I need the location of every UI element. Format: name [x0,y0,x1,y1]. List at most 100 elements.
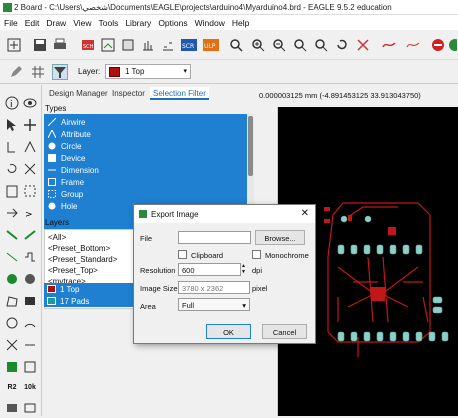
type-airwire[interactable]: Airwire [44,116,244,128]
ok-button[interactable]: OK [206,324,251,339]
zoom-previous-icon[interactable] [313,37,329,53]
type-group[interactable]: Group [44,188,244,200]
menu-draw[interactable]: Draw [42,15,69,28]
change-icon[interactable] [4,205,20,221]
layer-preset-top[interactable]: <Preset_Top> [48,266,98,275]
library-icon[interactable] [120,37,136,53]
ulp-label: ULP [204,43,216,50]
route-icon[interactable] [381,37,397,53]
copy-icon[interactable] [4,139,20,155]
arc-icon[interactable] [22,315,38,331]
route-tool-icon[interactable] [4,227,20,243]
board-icon[interactable] [100,37,116,53]
file-input[interactable] [178,231,251,244]
scrollbar-thumb[interactable] [248,116,253,176]
mark-icon[interactable] [22,399,38,415]
replace-icon[interactable] [22,359,38,375]
browse-button[interactable]: Browse... [255,230,305,245]
select-icon[interactable] [4,117,20,133]
rectangle-icon[interactable] [22,293,38,309]
hole-icon[interactable] [22,271,38,287]
menu-options[interactable]: Options [154,15,190,28]
menu-file[interactable]: File [0,15,21,28]
menu-library[interactable]: Library [121,15,154,28]
save-icon[interactable] [32,37,48,53]
close-icon[interactable]: ✕ [301,208,309,219]
type-frame[interactable]: Frame [44,176,244,188]
cancel-button[interactable]: Cancel [262,324,307,339]
polygon-icon[interactable] [4,293,20,309]
layout-icon[interactable] [140,37,156,53]
name-tool-icon[interactable]: R2 [4,379,20,395]
cam-processor-icon[interactable] [160,37,176,53]
menu-window[interactable]: Window [191,15,228,28]
mirror-icon[interactable] [22,139,38,155]
layer-all[interactable]: <All> [48,233,66,242]
layer-select[interactable]: 1 Top ▾ [105,64,191,79]
resolution-spinbox[interactable]: 600 [178,263,241,276]
area-select[interactable]: Full ▾ [178,298,250,311]
ulp-button[interactable]: ULP [203,37,219,53]
wire-icon[interactable] [22,227,38,243]
tab-selection-filter[interactable]: Selection Filter [150,87,209,100]
type-label: Device [61,154,86,163]
rotate-icon[interactable] [4,161,20,177]
stop-icon[interactable] [430,37,446,53]
text-icon[interactable] [4,337,20,353]
paste-icon[interactable] [4,183,20,199]
show-icon[interactable] [22,95,38,111]
zoom-fit-icon[interactable] [228,37,244,53]
layer-preset-standard[interactable]: <Preset_Standard> [48,255,117,264]
value-tool-icon[interactable]: 10k [22,379,38,395]
info-icon[interactable]: i [4,95,20,111]
menu-edit[interactable]: Edit [21,15,43,28]
title-bar: 2 Board - C:\Users\شخصي\Documents\EAGLE\… [0,0,458,15]
tab-design-manager[interactable]: Design Manager [46,87,111,100]
grid-icon[interactable] [30,64,46,80]
redraw-icon[interactable] [334,37,350,53]
filter-icon[interactable] [52,64,68,80]
attribute-icon[interactable] [4,399,20,415]
type-dimension[interactable]: Dimension [44,164,244,176]
types-scrollbar[interactable] [247,114,254,212]
smash-icon[interactable]: > [22,205,38,221]
clipboard-checkbox[interactable] [178,250,187,259]
pencil-icon[interactable] [8,64,24,80]
type-attribute[interactable]: Attribute [44,128,244,140]
via-icon[interactable] [4,271,20,287]
delete-icon[interactable] [22,161,38,177]
menu-view[interactable]: View [69,15,94,28]
tab-inspector[interactable]: Inspector [109,87,148,100]
group-icon[interactable] [22,183,38,199]
type-circle[interactable]: Circle [44,140,244,152]
print-icon[interactable] [52,37,68,53]
monochrome-checkbox[interactable] [252,250,261,259]
grid-move-icon[interactable] [6,37,22,53]
ripup-icon[interactable] [405,37,421,53]
dimension-icon[interactable] [22,337,38,353]
go-icon[interactable] [447,37,457,53]
parameter-toolbar: Layer: 1 Top ▾ [0,60,458,84]
move-icon[interactable] [22,117,38,133]
type-label: Frame [61,178,85,187]
menu-tools[interactable]: Tools [94,15,121,28]
zoom-out-icon[interactable] [271,37,287,53]
meander-icon[interactable] [22,249,38,265]
spin-arrows-icon[interactable]: ▲ ▼ [241,263,246,275]
coordinate-text: 0.000003125 mm (-4.891453125 33.91304375… [259,91,421,100]
zoom-select-icon[interactable] [292,37,308,53]
cam-icon[interactable]: SCH [80,37,96,53]
layer-color-swatch [47,297,56,305]
circle-tool-icon[interactable] [4,315,20,331]
layer-color-swatch [47,285,56,293]
area-label: Area [140,302,156,311]
ratsnest-icon[interactable] [355,37,371,53]
zoom-in-icon[interactable] [250,37,266,53]
route-diff-icon[interactable] [4,249,20,265]
type-device[interactable]: Device [44,152,244,164]
menu-help[interactable]: Help [228,15,252,28]
type-label: Group [61,190,84,199]
add-icon[interactable] [4,359,20,375]
layer-preset-bottom[interactable]: <Preset_Bottom> [48,244,110,253]
scr-button[interactable]: SCR [181,37,197,53]
